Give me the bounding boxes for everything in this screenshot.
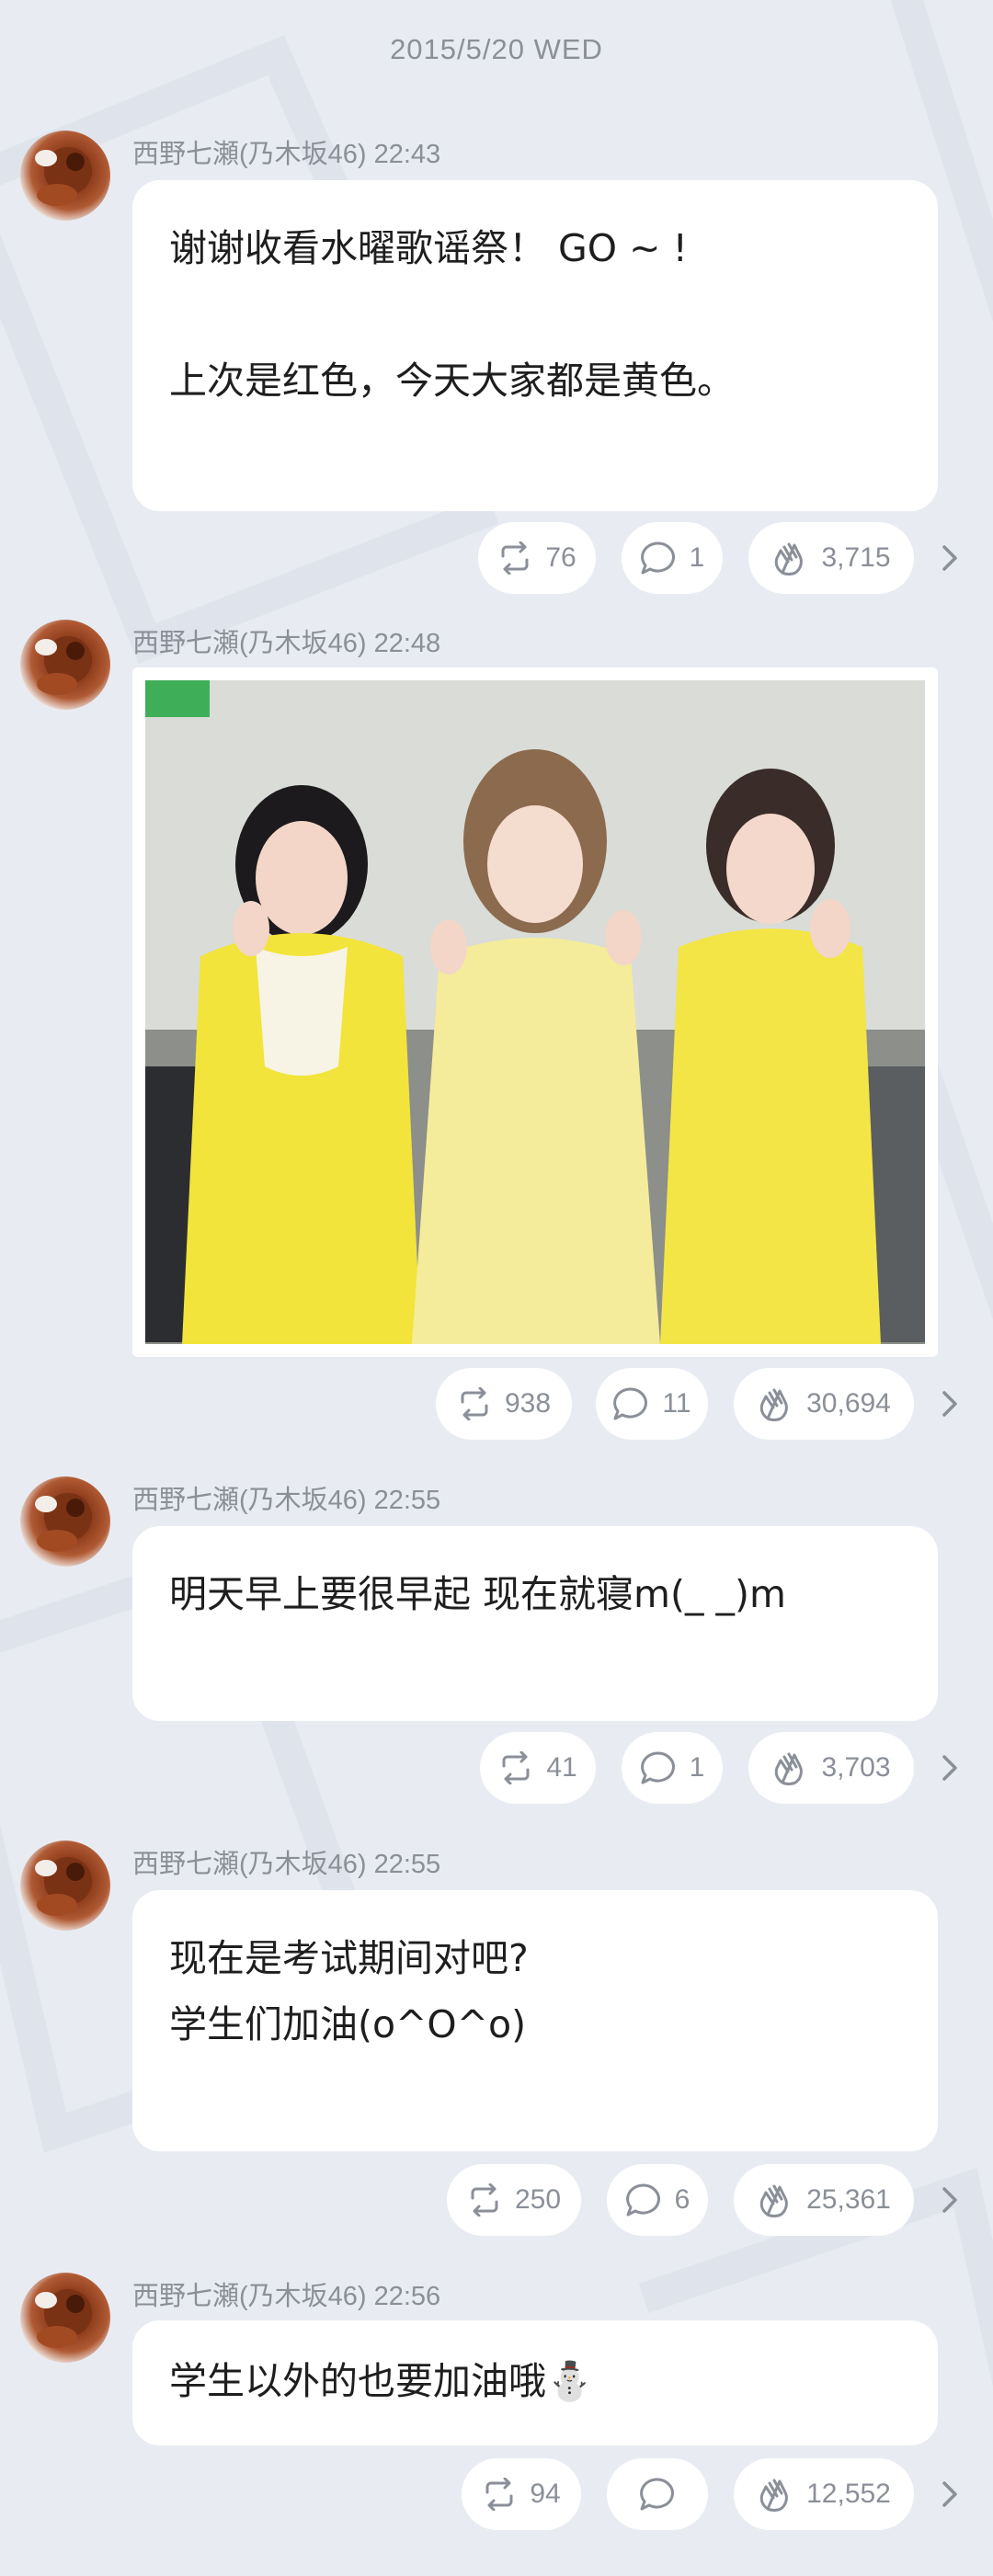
post-meta: 西野七瀬(乃木坂46) 22:43: [132, 132, 440, 171]
photo-image: [145, 680, 925, 1344]
avatar[interactable]: [20, 131, 110, 221]
comment-button[interactable]: 1: [622, 1732, 723, 1804]
chevron-right-icon: [942, 2481, 957, 2507]
message-bubble: 现在是考试期间对吧? 学生们加油(o^O^o): [132, 1890, 938, 2151]
comment-count: 6: [674, 2184, 691, 2215]
comment-button[interactable]: 1: [622, 522, 723, 594]
more-button[interactable]: [934, 2458, 965, 2530]
repost-icon: [501, 541, 529, 575]
more-button[interactable]: [934, 2164, 965, 2236]
repost-icon: [461, 1387, 488, 1420]
comment-icon: [640, 541, 675, 575]
clap-button[interactable]: 12,552: [734, 2458, 914, 2530]
author-name[interactable]: 西野七瀬(乃木坂46): [132, 1486, 367, 1515]
message-bubble: 明天早上要很早起 现在就寝m(_ _)m: [132, 1526, 938, 1721]
repost-button[interactable]: 41: [480, 1732, 596, 1804]
repost-count: 250: [514, 2184, 562, 2215]
clap-icon: [775, 1752, 804, 1785]
clap-count: 25,361: [806, 2184, 891, 2215]
clap-icon: [759, 2184, 788, 2217]
comment-icon: [613, 1387, 648, 1420]
post-actions: 938 11 30,694: [0, 1368, 993, 1442]
post-time: 22:56: [373, 2282, 441, 2311]
clap-button[interactable]: 25,361: [734, 2164, 914, 2236]
post-time: 22:55: [373, 1850, 441, 1879]
repost-icon: [502, 1751, 530, 1784]
post-actions: 41 1 3,703: [0, 1732, 993, 1806]
author-name[interactable]: 西野七瀬(乃木坂46): [132, 140, 367, 169]
repost-button[interactable]: 76: [478, 522, 596, 594]
repost-button[interactable]: 938: [436, 1368, 572, 1440]
post-meta: 西野七瀬(乃木坂46) 22:55: [132, 1842, 440, 1881]
message-bubble: 学生以外的也要加油哦⛄: [132, 2320, 938, 2445]
comment-button[interactable]: 11: [596, 1368, 708, 1440]
post-time: 22:43: [373, 140, 441, 169]
message-bubble: 谢谢收看水曜歌谣祭！ GO ~ ! 上次是红色，今天大家都是黄色。: [132, 180, 938, 511]
repost-count: 41: [546, 1752, 577, 1783]
comment-icon: [625, 2183, 660, 2217]
chevron-right-icon: [942, 1755, 957, 1781]
comment-button[interactable]: [607, 2458, 708, 2530]
repost-icon: [471, 2183, 498, 2217]
author-name[interactable]: 西野七瀬(乃木坂46): [132, 629, 367, 658]
avatar[interactable]: [20, 1476, 110, 1567]
comment-count: 11: [662, 1388, 691, 1419]
clap-icon: [775, 542, 804, 576]
post-actions: 76 1 3,715: [0, 522, 993, 596]
clap-button[interactable]: 3,703: [748, 1732, 914, 1804]
clap-icon: [759, 2479, 788, 2512]
clap-count: 12,552: [806, 2479, 891, 2509]
clap-button[interactable]: 3,715: [748, 522, 914, 594]
comment-icon: [640, 2478, 674, 2511]
post-actions: 250 6 25,361: [0, 2164, 993, 2238]
comment-count: 1: [689, 1752, 705, 1783]
chevron-right-icon: [942, 2187, 957, 2213]
repost-button[interactable]: 250: [447, 2164, 581, 2236]
post-time: 22:48: [373, 629, 441, 658]
repost-button[interactable]: 94: [462, 2458, 581, 2530]
repost-count: 76: [545, 542, 576, 573]
avatar[interactable]: [20, 1841, 110, 1931]
repost-count: 94: [530, 2479, 561, 2509]
repost-icon: [485, 2478, 513, 2511]
post-time: 22:55: [373, 1486, 441, 1515]
chevron-right-icon: [942, 545, 957, 571]
post-photo[interactable]: [132, 667, 938, 1357]
author-name[interactable]: 西野七瀬(乃木坂46): [132, 1850, 367, 1879]
author-name[interactable]: 西野七瀬(乃木坂46): [132, 2282, 367, 2311]
clap-count: 3,715: [821, 542, 891, 573]
avatar[interactable]: [20, 620, 110, 710]
post-meta: 西野七瀬(乃木坂46) 22:55: [132, 1478, 440, 1517]
avatar[interactable]: [20, 2273, 110, 2363]
chevron-right-icon: [942, 1391, 957, 1417]
clap-count: 3,703: [821, 1752, 891, 1783]
more-button[interactable]: [934, 1368, 965, 1440]
comment-icon: [640, 1751, 675, 1784]
clap-icon: [759, 1388, 788, 1421]
comment-count: 1: [689, 542, 705, 573]
more-button[interactable]: [934, 1732, 965, 1804]
repost-count: 938: [504, 1388, 552, 1419]
post-meta: 西野七瀬(乃木坂46) 22:56: [132, 2274, 440, 2313]
post-actions: 94 12,552: [0, 2458, 993, 2532]
more-button[interactable]: [934, 522, 965, 594]
clap-button[interactable]: 30,694: [734, 1368, 914, 1440]
comment-button[interactable]: 6: [607, 2164, 708, 2236]
clap-count: 30,694: [806, 1388, 891, 1419]
date-header: 2015/5/20 WED: [390, 33, 603, 65]
post-meta: 西野七瀬(乃木坂46) 22:48: [132, 621, 440, 660]
